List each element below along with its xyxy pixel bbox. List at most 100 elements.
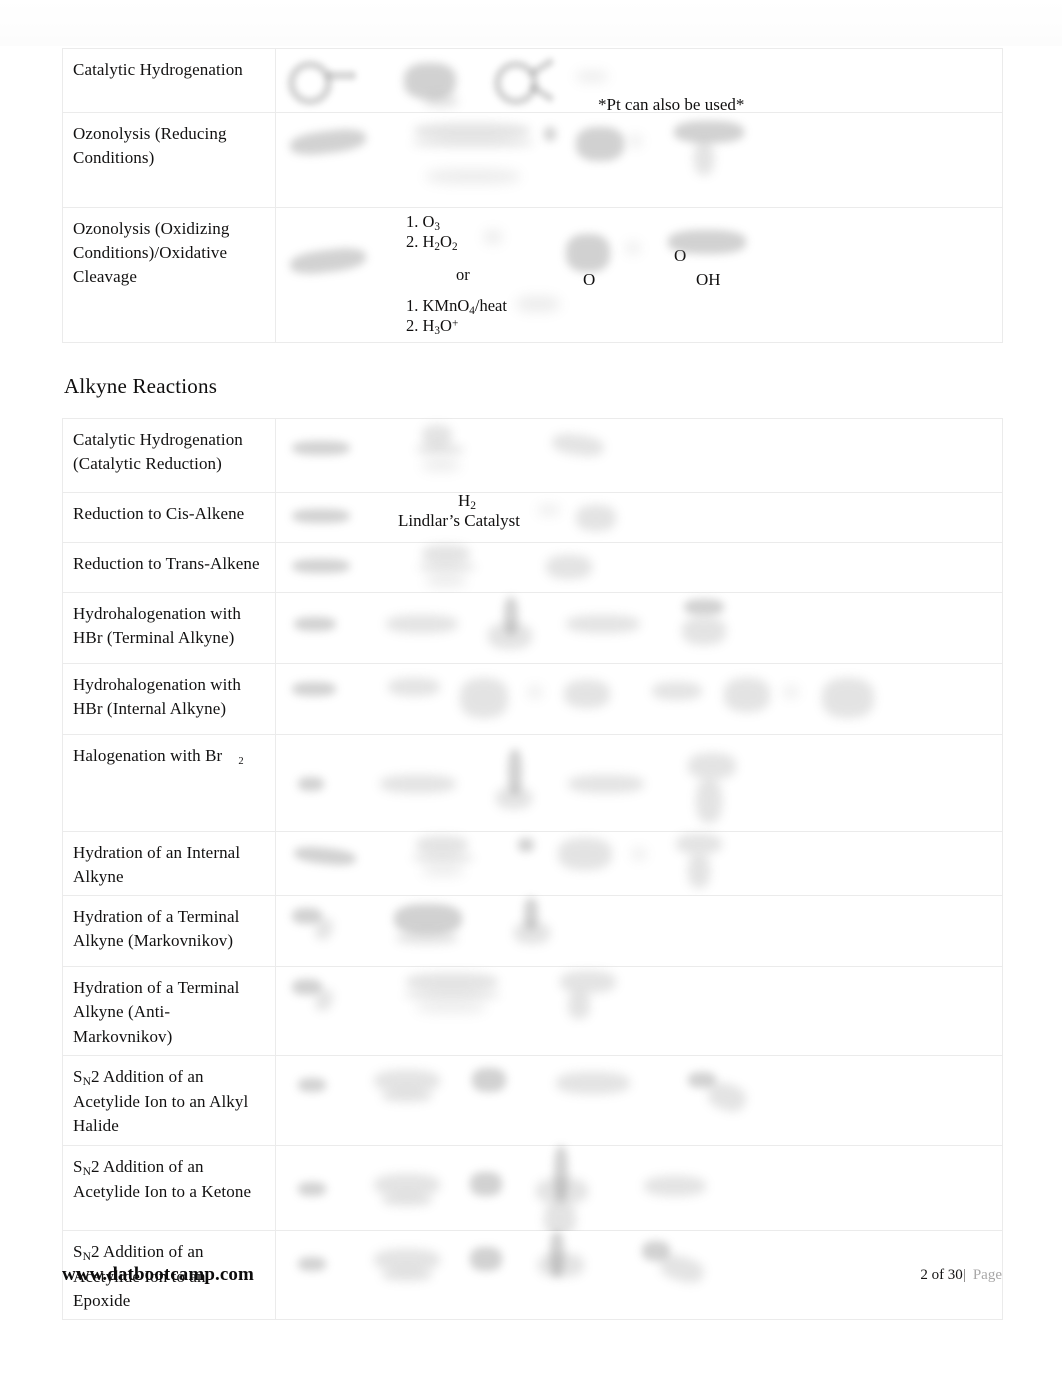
- structure-product-icon: [560, 971, 616, 994]
- structure-internal-alkyne-icon: [293, 844, 357, 868]
- structure-reagent-line1-icon: [406, 973, 498, 992]
- structure-plus2-icon: [628, 135, 642, 147]
- reaction-scheme-cell: [275, 542, 1003, 593]
- table-row: SN2 Addition of an Acetylide Ion to an A…: [62, 1054, 1003, 1146]
- structure-plus2-icon: [632, 848, 646, 860]
- structure-reagent-icon: [404, 63, 456, 99]
- reaction-scheme-cell: [275, 592, 1003, 664]
- reagent-lindlar-label: Lindlar’s Catalyst: [398, 511, 520, 530]
- reaction-name-cell: Catalytic Hydrogenation: [62, 48, 276, 113]
- structure-product2-icon: [674, 121, 744, 143]
- product-label-o-1: O: [583, 270, 596, 289]
- reagent-step-1: 1. O3: [406, 212, 441, 234]
- structure-plus-icon: [544, 127, 556, 141]
- reaction-scheme-cell: [275, 1054, 1003, 1146]
- reaction-scheme-cell: [275, 112, 1003, 208]
- structure-alkyne-icon: [292, 441, 350, 455]
- reaction-name-cell: Hydrohalogenation with HBr (Terminal Alk…: [62, 592, 276, 664]
- structure-reagent-line2-icon: [422, 864, 464, 876]
- reaction-scheme-cell: [275, 966, 1003, 1056]
- structure-reagent-br2-icon: [380, 775, 456, 793]
- section-heading-alkyne-reactions: Alkyne Reactions: [64, 374, 218, 398]
- structure-acetylide-icon: [298, 1077, 326, 1092]
- reagent-step-2: 2. H2O2: [406, 232, 458, 254]
- reaction-name: SN2 Addition of an Acetylide Ion to an A…: [73, 1066, 249, 1136]
- structure-intermediate-icon: [470, 1171, 502, 1196]
- reaction-name-cell: Hydration of a Terminal Alkyne (Markovni…: [62, 895, 276, 968]
- structure-reagent-hbr2-icon: [652, 682, 702, 700]
- structure-plus-icon: [528, 686, 542, 698]
- table-row: Hydration of a Terminal Alkyne (Markovni…: [62, 895, 1003, 968]
- reaction-name-cell: Hydration of a Terminal Alkyne (Anti-Mar…: [62, 966, 276, 1056]
- structure-product1-icon: [460, 678, 508, 718]
- reaction-name: Ozonolysis (Oxidizing Conditions)/Oxidat…: [73, 219, 230, 287]
- table-row: Hydrohalogenation with HBr (Terminal Alk…: [62, 592, 1003, 664]
- reagent-h2-label: H2: [458, 491, 477, 513]
- page-word-label: Page: [972, 1267, 1002, 1283]
- structure-product1-icon: [576, 127, 624, 161]
- structure-reagent-line2-icon: [426, 573, 466, 587]
- reaction-name: Reduction to Trans-Alkene: [73, 554, 260, 573]
- reaction-name-cell: Hydrohalogenation with HBr (Internal Alk…: [62, 663, 276, 735]
- structure-smudge-icon: [484, 230, 502, 244]
- structure-arrow-icon: [404, 991, 500, 1000]
- structure-arrow-icon: [538, 505, 560, 515]
- structure-product1-icon: [566, 234, 610, 272]
- reaction-scheme-cell: 1. O3 2. H2O2 or 1. KMnO4/heat 2. H3O+ O…: [275, 207, 1003, 343]
- structure-trans-alkene-icon: [546, 555, 592, 579]
- table-row: Hydrohalogenation with HBr (Internal Alk…: [62, 663, 1003, 735]
- structure-arrow-icon: [516, 296, 560, 312]
- structure-alkyne-icon: [292, 509, 350, 523]
- table-row: SN2 Addition of an Acetylide Ion to a Ke…: [62, 1144, 1003, 1236]
- reaction-name-cell: SN2 Addition of an Acetylide Ion to a Ke…: [62, 1144, 276, 1231]
- page-footer: www.datbootcamp.com 2 of 30| Page: [0, 1264, 1062, 1298]
- table-row: Ozonolysis (Reducing Conditions): [62, 112, 1003, 208]
- structure-product-branch-icon: [682, 617, 726, 645]
- reagent-step-3: 1. KMnO4/heat: [406, 296, 507, 318]
- reaction-name: SN2 Addition of an Acetylide Ion to a Ke…: [73, 1156, 252, 1202]
- reaction-name-cell: Ozonolysis (Reducing Conditions): [62, 112, 276, 208]
- structure-bond-icon: [326, 71, 356, 80]
- structure-plus-icon: [518, 838, 534, 852]
- structure-reagent-icon: [394, 904, 462, 935]
- reaction-name: Catalytic Hydrogenation: [73, 60, 243, 79]
- structure-intermediate2-icon: [496, 787, 532, 809]
- reagent-step-4: 2. H3O+: [406, 316, 459, 338]
- reaction-scheme-cell: *Pt can also be used*: [275, 48, 1003, 114]
- structure-reagent-hbr-icon: [386, 615, 458, 633]
- structure-alkene-icon: [288, 245, 368, 277]
- reaction-name-cell: Reduction to Cis-Alkene: [62, 492, 276, 543]
- structure-arrow-icon: [412, 854, 474, 862]
- structure-intermediate2-icon: [488, 623, 532, 649]
- reaction-name: Hydrohalogenation with HBr (Internal Alk…: [73, 675, 241, 719]
- reaction-name: Reduction to Cis-Alkene: [73, 504, 245, 523]
- reaction-name: Hydration of a Terminal Alkyne (Markovni…: [73, 907, 240, 951]
- table-row: Reduction to Cis-Alkene H2 Lindlar’s Cat…: [62, 491, 1003, 543]
- reaction-name-cell: Hydration of an Internal Alkyne: [62, 830, 276, 897]
- structure-product-icon: [550, 431, 606, 459]
- reaction-name-cell: SN2 Addition of an Acetylide Ion to an A…: [62, 1054, 276, 1146]
- structure-product-bond-icon: [528, 56, 556, 78]
- reaction-scheme-cell: H2 Lindlar’s Catalyst: [275, 491, 1003, 543]
- structure-alkene-icon: [288, 126, 368, 158]
- structure-ketone-icon: [536, 1177, 588, 1204]
- footer-website-url[interactable]: www.datbootcamp.com: [62, 1264, 254, 1286]
- table-row: Catalytic Hydrogenation (Catalytic Reduc…: [62, 418, 1003, 493]
- structure-cis-alkene-icon: [576, 505, 616, 531]
- structure-plus-icon: [626, 242, 640, 254]
- structure-product3-icon: [724, 678, 770, 712]
- structure-product2-branch-icon: [688, 854, 710, 888]
- structure-product-branch-icon: [568, 991, 590, 1020]
- reaction-name-cell: Halogenation with Br 2: [62, 734, 276, 832]
- structure-reagent-sub-icon: [424, 95, 458, 107]
- reaction-name: Ozonolysis (Reducing Conditions): [73, 124, 227, 168]
- structure-product2-icon: [564, 680, 610, 708]
- structure-product-branch-icon: [696, 779, 722, 823]
- structure-reagent-icon: [422, 425, 452, 447]
- structure-reagent-line1-icon: [422, 545, 470, 563]
- structure-terminal-alkyne-icon: [294, 617, 336, 631]
- product-label-oh: OH: [696, 270, 721, 289]
- reaction-scheme-cell: [275, 830, 1003, 897]
- structure-alkyne-icon: [298, 777, 324, 791]
- reaction-scheme-cell: [275, 895, 1003, 968]
